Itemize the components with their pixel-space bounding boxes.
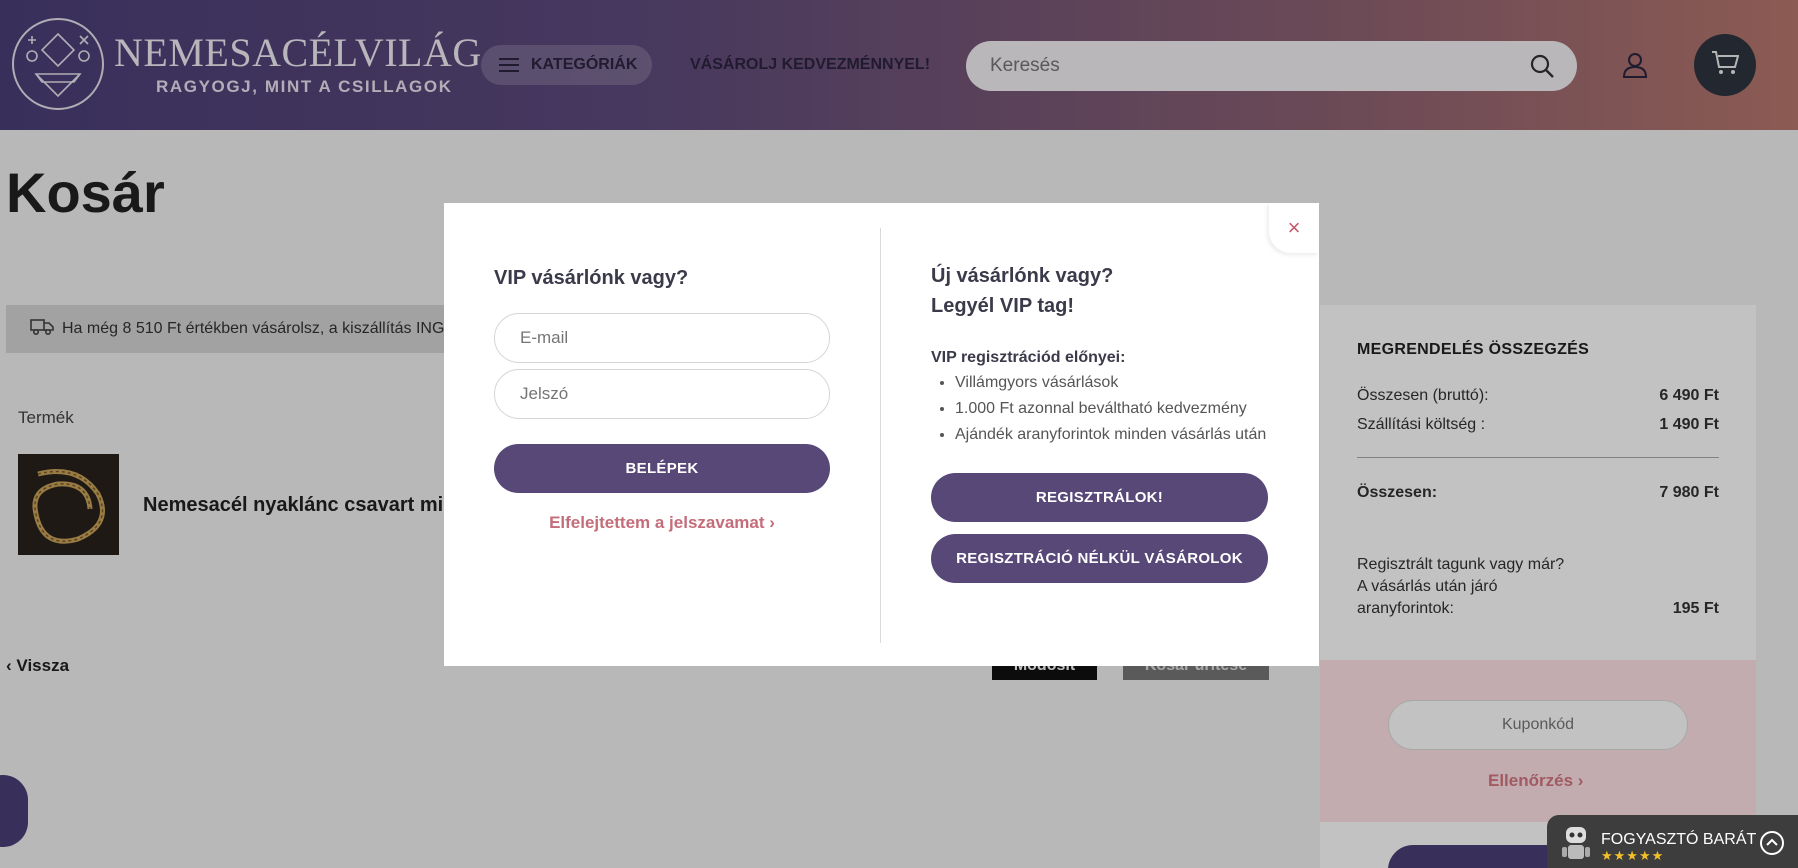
benefits-title: VIP regisztrációd előnyei: [931, 349, 1126, 366]
benefit-item: Villámgyors vásárlások [955, 370, 1271, 396]
modal-divider [880, 228, 881, 643]
register-heading-line1: Új vásárlónk vagy? [931, 265, 1114, 287]
consumer-friendly-badge[interactable]: FOGYASZTÓ BARÁT ★★★★★ [1547, 815, 1798, 868]
rating-stars: ★★★★★ [1601, 848, 1665, 863]
chevron-up-icon[interactable] [1760, 831, 1784, 855]
register-section: Új vásárlónk vagy? Legyél VIP tag! VIP r… [931, 261, 1271, 583]
chevron-right-icon: › [769, 513, 775, 532]
guest-checkout-button[interactable]: REGISZTRÁCIÓ NÉLKÜL VÁSÁROLOK [931, 534, 1268, 583]
email-field[interactable] [494, 313, 830, 363]
password-field[interactable] [494, 369, 830, 419]
benefit-item: 1.000 Ft azonnal beváltható kedvezmény [955, 396, 1271, 422]
login-section: VIP vásárlónk vagy? BELÉPEK Elfelejtette… [494, 263, 830, 533]
register-button[interactable]: REGISZTRÁLOK! [931, 473, 1268, 522]
login-modal: × VIP vásárlónk vagy? BELÉPEK Elfelejtet… [444, 203, 1319, 666]
register-heading-line2: Legyél VIP tag! [931, 295, 1075, 317]
robot-mascot-icon [1559, 821, 1593, 868]
close-icon[interactable]: × [1269, 203, 1319, 253]
login-heading: VIP vásárlónk vagy? [494, 267, 689, 289]
forgot-password-link[interactable]: Elfelejtettem a jelszavamat › [494, 513, 830, 533]
login-button[interactable]: BELÉPEK [494, 444, 830, 493]
benefit-item: Ajándék aranyforintok minden vásárlás ut… [955, 422, 1271, 448]
benefits-list: Villámgyors vásárlások 1.000 Ft azonnal … [931, 370, 1271, 448]
badge-text: FOGYASZTÓ BARÁT [1601, 831, 1757, 848]
